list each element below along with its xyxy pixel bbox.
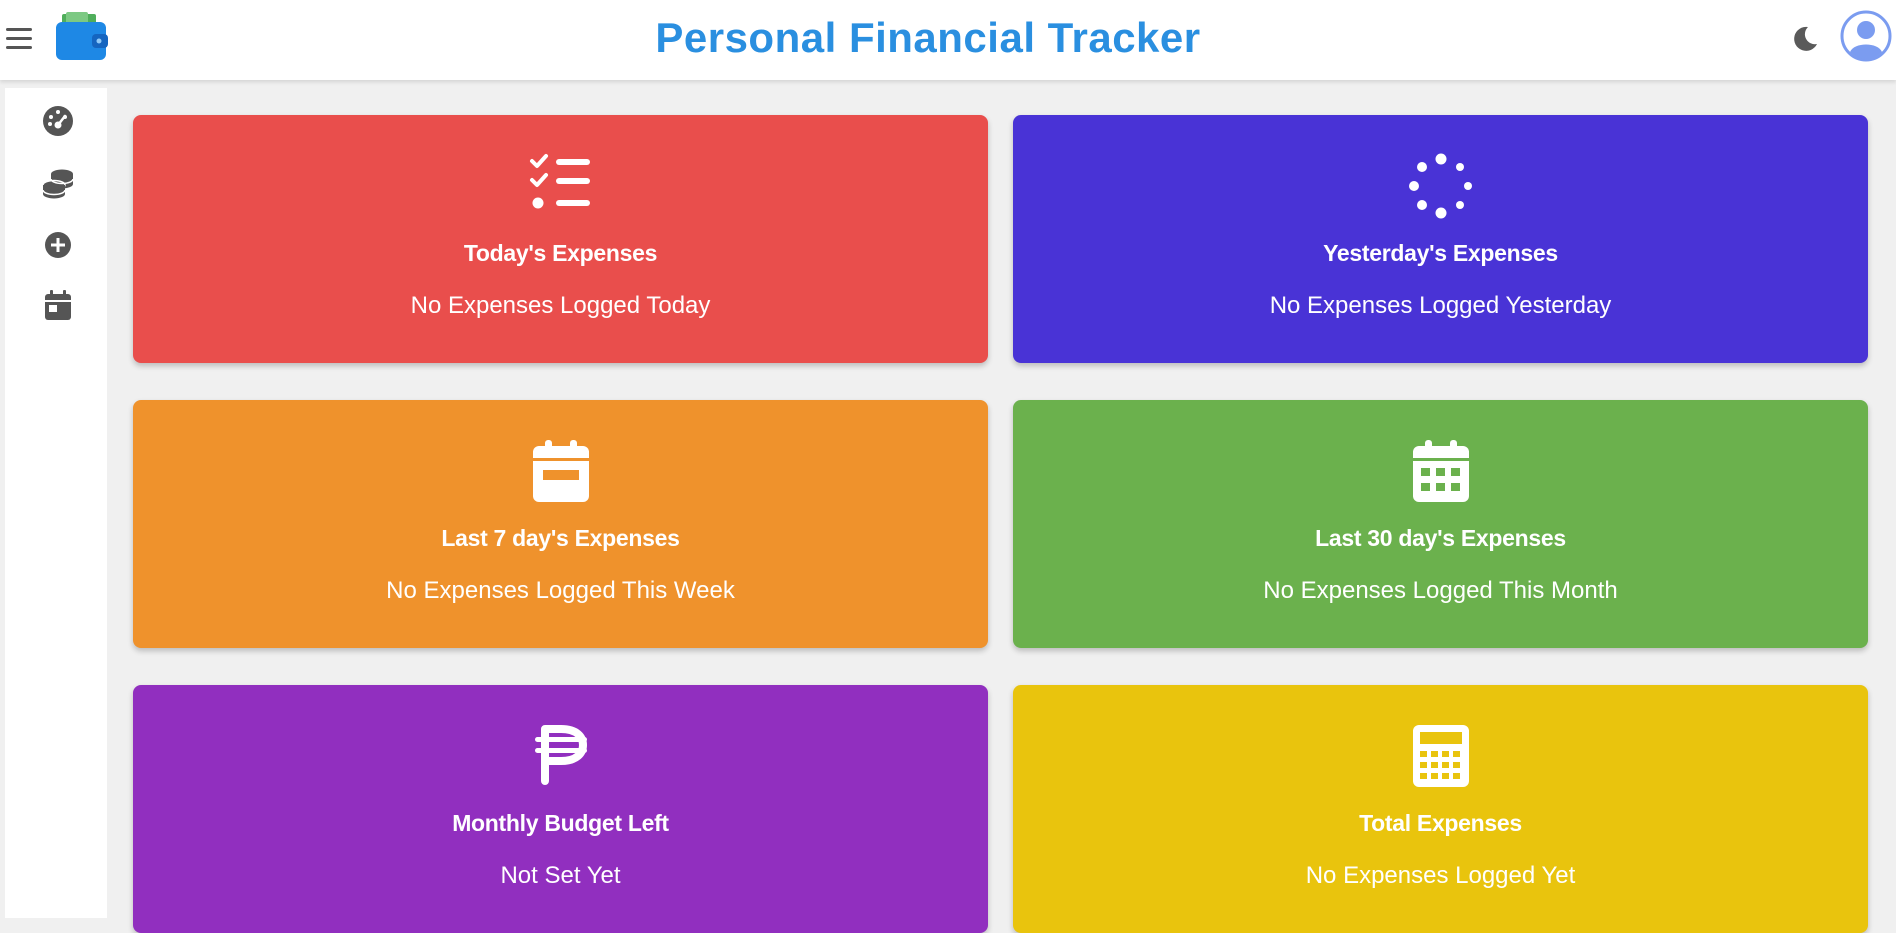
card-total-expenses[interactable]: Total Expenses No Expenses Logged Yet	[1013, 685, 1868, 933]
calendar-icon[interactable]	[41, 288, 75, 322]
card-value: No Expenses Logged This Week	[386, 577, 735, 604]
card-last-30-days-expenses[interactable]: Last 30 day's Expenses No Expenses Logge…	[1013, 400, 1868, 648]
card-title: Yesterday's Expenses	[1323, 240, 1558, 266]
spinner-icon	[1013, 153, 1868, 219]
card-value: No Expenses Logged Yesterday	[1269, 292, 1612, 319]
card-title: Last 7 day's Expenses	[441, 525, 680, 551]
calendar-month-icon	[1013, 438, 1868, 504]
top-bar: Personal Financial Tracker	[0, 0, 1896, 80]
user-avatar-icon[interactable]	[1840, 10, 1892, 62]
app-title: Personal Financial Tracker	[655, 14, 1201, 61]
calculator-icon	[1013, 723, 1868, 789]
card-value: No Expenses Logged This Month	[1263, 577, 1618, 604]
card-value: No Expenses Logged Yet	[1305, 862, 1576, 889]
card-title: Today's Expenses	[463, 240, 658, 266]
moon-icon[interactable]	[1790, 24, 1820, 54]
card-title: Total Expenses	[1359, 810, 1522, 836]
peso-sign-icon	[133, 723, 988, 789]
card-title: Last 30 day's Expenses	[1315, 525, 1566, 551]
card-value: No Expenses Logged Today	[410, 292, 711, 319]
calendar-week-icon	[133, 438, 988, 504]
card-monthly-budget-left[interactable]: Monthly Budget Left Not Set Yet	[133, 685, 988, 933]
card-value: Not Set Yet	[500, 862, 621, 889]
card-title: Monthly Budget Left	[452, 810, 669, 836]
coins-stack-icon[interactable]	[41, 166, 75, 200]
dashboard-gauge-icon[interactable]	[41, 104, 75, 138]
sidebar	[5, 88, 107, 918]
card-last-7-days-expenses[interactable]: Last 7 day's Expenses No Expenses Logged…	[133, 400, 988, 648]
add-circle-icon[interactable]	[41, 228, 75, 262]
checklist-icon	[133, 153, 988, 219]
card-today-expenses[interactable]: Today's Expenses No Expenses Logged Toda…	[133, 115, 988, 363]
card-yesterday-expenses[interactable]: Yesterday's Expenses No Expenses Logged …	[1013, 115, 1868, 363]
